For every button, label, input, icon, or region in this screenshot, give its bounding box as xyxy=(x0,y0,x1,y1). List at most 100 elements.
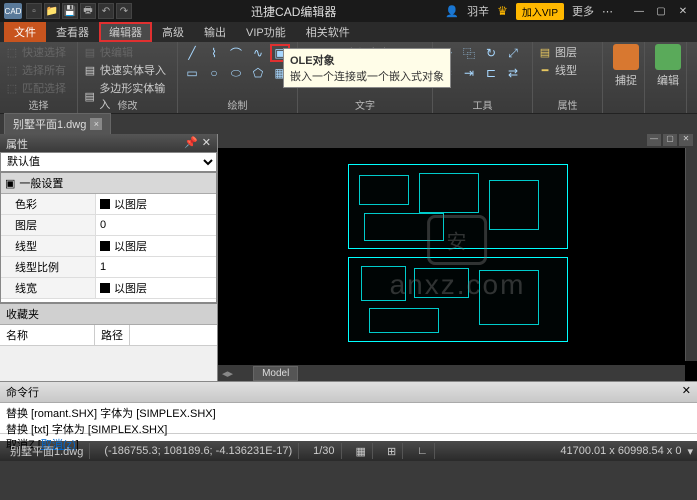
extend-icon[interactable]: ⇥ xyxy=(459,64,479,82)
qat-open-icon[interactable]: 📁 xyxy=(44,3,60,19)
ribbon-label-draw: 绘制 xyxy=(178,97,297,112)
doc-tab-close-icon[interactable]: × xyxy=(90,118,102,130)
layer-icon[interactable]: ▤ xyxy=(537,44,553,60)
menu-viewer[interactable]: 查看器 xyxy=(46,22,99,42)
line-icon[interactable]: ╱ xyxy=(182,44,202,62)
model-tab[interactable]: Model xyxy=(253,366,298,381)
ribbon-label-tools: 工具 xyxy=(433,97,532,112)
qat-undo-icon[interactable]: ↶ xyxy=(98,3,114,19)
select-all-icon: ⬚ xyxy=(4,62,20,78)
edit-icon xyxy=(655,44,681,70)
rotate-icon[interactable]: ↻ xyxy=(481,44,501,62)
copy-icon[interactable]: ⿻ xyxy=(459,44,479,62)
qat-new-icon[interactable]: ▫ xyxy=(26,3,42,19)
polygon-icon[interactable]: ⬠ xyxy=(248,64,268,82)
vip-button[interactable]: 加入VIP xyxy=(516,3,564,20)
linetype-icon[interactable]: ━ xyxy=(537,62,553,78)
menu-output[interactable]: 输出 xyxy=(194,22,236,42)
menu-related[interactable]: 相关软件 xyxy=(296,22,360,42)
props-row-layer[interactable]: 图层0 xyxy=(1,215,216,236)
properties-panel: 属性 📌 ✕ 默认值 ▣一般设置 色彩以图层 图层0 线型以图层 线型比例1 线… xyxy=(0,134,218,381)
user-icon[interactable]: 👤 xyxy=(445,5,459,18)
menu-vipfn[interactable]: VIP功能 xyxy=(236,22,296,42)
user-name[interactable]: 羽辛 xyxy=(467,3,489,19)
rect-icon[interactable]: ▭ xyxy=(182,64,202,82)
cmdline-close-icon[interactable]: ✕ xyxy=(682,384,691,400)
canvas-area[interactable]: — ▢ ✕ anxz.com ◂ ▸ Mod xyxy=(218,134,697,381)
props-close-icon[interactable]: ✕ xyxy=(202,136,211,150)
fav-col-name[interactable]: 名称 xyxy=(0,325,95,345)
ribbon-group-snap: 捕捉 xyxy=(603,42,645,113)
scrollbar-vertical[interactable] xyxy=(685,148,697,361)
more-icon[interactable]: ⋯ xyxy=(602,5,613,18)
statusbar: 别墅平面1.dwg (-186755.3; 108189.6; -4.13623… xyxy=(0,441,697,461)
commandline-header: 命令行 ✕ xyxy=(0,382,697,403)
props-row-lweight[interactable]: 线宽以图层 xyxy=(1,278,216,299)
mdi-max-icon[interactable]: ▢ xyxy=(663,134,677,146)
spline-icon[interactable]: ∿ xyxy=(248,44,268,62)
status-toggle-3[interactable]: ∟ xyxy=(411,443,435,459)
collapse-icon[interactable]: ▣ xyxy=(5,177,15,190)
cmd-history-line: 替换 [romant.SHX] 字体为 [SIMPLEX.SHX] xyxy=(6,405,691,421)
ltype-swatch-icon xyxy=(100,241,110,251)
ribbon-group-select: ⬚快速选择 ⬚选择所有 ⬚匹配选择 选择 xyxy=(0,42,78,113)
menubar: 文件 查看器 编辑器 高级 输出 VIP功能 相关软件 xyxy=(0,22,697,42)
props-default-select[interactable]: 默认值 xyxy=(0,152,217,172)
app-title: 迅捷CAD编辑器 xyxy=(142,3,445,20)
ribbon-label-modify: 修改 xyxy=(78,97,177,112)
props-category-general[interactable]: ▣一般设置 xyxy=(1,173,216,194)
status-toggle-1[interactable]: ▦ xyxy=(350,443,373,459)
fav-col-path[interactable]: 路径 xyxy=(95,325,130,345)
scrollbar-horizontal[interactable]: ◂ ▸ Model xyxy=(218,365,685,381)
props-row-ltscale[interactable]: 线型比例1 xyxy=(1,257,216,278)
floor-plan-1 xyxy=(348,164,568,249)
close-button[interactable]: ✕ xyxy=(673,3,693,19)
qat-print-icon[interactable]: 🖶 xyxy=(80,3,96,19)
scale-icon[interactable]: ⤢ xyxy=(503,44,523,62)
mdi-min-icon[interactable]: — xyxy=(647,134,661,146)
qat-redo-icon[interactable]: ↷ xyxy=(116,3,132,19)
polyline-icon[interactable]: ⌇ xyxy=(204,44,224,62)
status-toggle-2[interactable]: ⊞ xyxy=(381,443,403,459)
props-row-ltype[interactable]: 线型以图层 xyxy=(1,236,216,257)
tooltip: OLE对象 嵌入一个连接或一个嵌入式对象 xyxy=(283,48,451,88)
minimize-button[interactable]: — xyxy=(629,3,649,19)
menu-editor[interactable]: 编辑器 xyxy=(99,22,152,42)
menu-advanced[interactable]: 高级 xyxy=(152,22,194,42)
match-select-icon: ⬚ xyxy=(4,80,20,96)
tooltip-body: 嵌入一个连接或一个嵌入式对象 xyxy=(290,68,444,84)
favorites-header: 收藏夹 xyxy=(0,304,217,325)
props-pin-icon[interactable]: 📌 xyxy=(184,136,198,150)
tab-nav-right-icon[interactable]: ▸ xyxy=(228,367,234,380)
props-row-color[interactable]: 色彩以图层 xyxy=(1,194,216,215)
ribbon-label-text: 文字 xyxy=(298,97,432,112)
favorites-panel: 收藏夹 名称 路径 xyxy=(0,303,217,381)
floor-plan-2 xyxy=(348,257,568,342)
arc-icon[interactable]: ⌒ xyxy=(226,44,246,62)
doc-tab[interactable]: 别墅平面1.dwg × xyxy=(4,113,111,135)
circle-icon[interactable]: ○ xyxy=(204,64,224,82)
mdi-close-icon[interactable]: ✕ xyxy=(679,134,693,146)
color-swatch-icon xyxy=(100,199,110,209)
status-dims: 41700.01 x 60998.54 x 0 xyxy=(560,445,681,457)
ellipse-icon[interactable]: ⬭ xyxy=(226,64,246,82)
status-scale[interactable]: 1/30 xyxy=(307,443,341,459)
offset-icon[interactable]: ⊏ xyxy=(481,64,501,82)
doc-tab-label: 别墅平面1.dwg xyxy=(13,116,86,132)
maximize-button[interactable]: ▢ xyxy=(651,3,671,19)
snap-button[interactable]: 捕捉 xyxy=(607,44,645,88)
mirror-icon[interactable]: ⇄ xyxy=(503,64,523,82)
status-dropdown-icon[interactable]: ▾ xyxy=(687,445,693,458)
commandline-panel: 命令行 ✕ 替换 [romant.SHX] 字体为 [SIMPLEX.SHX] … xyxy=(0,381,697,441)
titlebar: CAD ▫ 📁 💾 🖶 ↶ ↷ 迅捷CAD编辑器 👤 羽辛 ♛ 加入VIP 更多… xyxy=(0,0,697,22)
document-tabs: 别墅平面1.dwg × xyxy=(0,114,697,134)
edit-button[interactable]: 编辑 xyxy=(649,44,687,88)
workspace: 属性 📌 ✕ 默认值 ▣一般设置 色彩以图层 图层0 线型以图层 线型比例1 线… xyxy=(0,134,697,381)
crown-icon: ♛ xyxy=(497,4,508,18)
ribbon-group-draw: ╱ ⌇ ⌒ ∿ ▣ ▭ ○ ⬭ ⬠ ▦ 绘制 xyxy=(178,42,298,113)
more-label[interactable]: 更多 xyxy=(572,3,594,19)
ribbon-group-modify: ▤快编辑 ▤快速实体导入 ▤多边形实体输入 修改 xyxy=(78,42,178,113)
menu-file[interactable]: 文件 xyxy=(4,22,46,42)
qat-save-icon[interactable]: 💾 xyxy=(62,3,78,19)
title-right: 👤 羽辛 ♛ 加入VIP 更多 ⋯ — ▢ ✕ xyxy=(445,3,693,20)
